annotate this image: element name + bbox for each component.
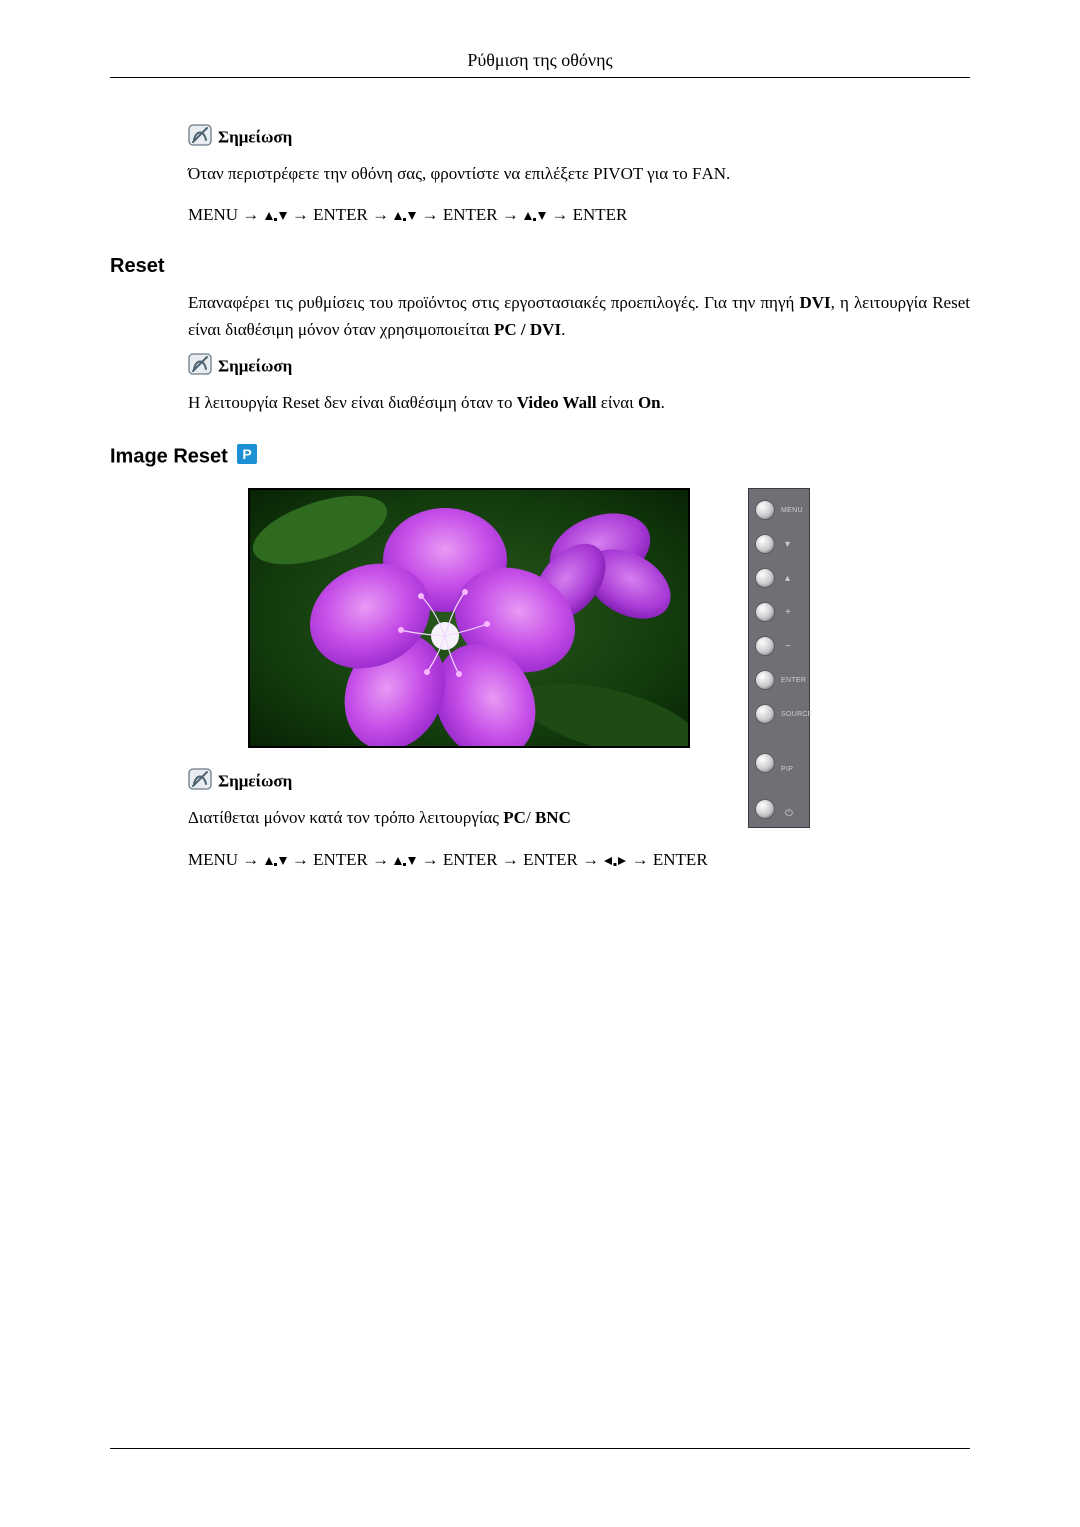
nav-text: MENU → [188,850,264,869]
reset-text-b: DVI [799,293,830,312]
image-reset-block: MENU ▾ ▴ + − ENTER SOURCE PIP ⏻ Σημείωση Διατίθε… [188,488,970,871]
nav-text: → ENTER → ENTER → [422,850,604,869]
image-reset-heading: Image Reset P [110,444,970,470]
note-label: Σημείωση [218,128,292,147]
ir-note-c: / [526,808,535,827]
minus-button-row: − [749,629,809,663]
reset-note-text: Η λειτουργία Reset δεν είναι διαθέσιμη ό… [188,390,970,416]
note-icon [188,124,212,151]
reset-note-d: On [638,393,661,412]
ir-note-b: PC [503,808,526,827]
image-reset-note: Διατίθεται μόνον κατά τον τρόπο λειτουργ… [188,805,970,831]
reset-note-c: είναι [597,393,638,412]
power-button-glyph: ⏻ [785,808,793,819]
up-button-glyph: ▴ [785,573,790,584]
source-button-label: SOURCE [781,711,813,718]
up-down-icon [264,852,288,872]
note-row: Σημείωση [188,353,970,380]
source-button-row: SOURCE [749,697,809,731]
image-reset-heading-text: Image Reset [110,446,228,468]
nav-text: MENU → [188,205,264,224]
up-button[interactable] [755,568,775,588]
menu-button-label: MENU [781,507,803,514]
reset-text-a: Επαναφέρει τις ρυθμίσεις του προϊόντος σ… [188,293,799,312]
down-button[interactable] [755,534,775,554]
down-button-glyph: ▾ [785,539,790,550]
nav-text: → ENTER → [292,205,394,224]
source-button[interactable] [755,704,775,724]
minus-button-glyph: − [785,641,791,652]
flower-image [248,488,690,748]
reset-note-a: Η λειτουργία Reset δεν είναι διαθέσιμη ό… [188,393,517,412]
left-right-icon [603,852,627,872]
reset-text-e: . [561,320,565,339]
reset-text: Επαναφέρει τις ρυθμίσεις του προϊόντος σ… [188,290,970,343]
note-label: Σημείωση [218,357,292,376]
note-row: Σημείωση [188,124,970,151]
note-icon [188,353,212,380]
up-down-icon [393,207,417,227]
note-row: Σημείωση [188,768,970,795]
note-label: Σημείωση [218,772,292,791]
svg-text:P: P [243,446,252,462]
menu-button[interactable] [755,500,775,520]
reset-text-d: PC / DVI [494,320,561,339]
nav-text: → ENTER → [292,850,394,869]
up-down-icon [264,207,288,227]
footer-rule [110,1448,970,1449]
nav-text: → ENTER [632,850,708,869]
enter-button-label: ENTER [781,677,806,684]
minus-button[interactable] [755,636,775,656]
up-button-row: ▴ [749,561,809,595]
ir-note-d: BNC [535,808,571,827]
menu-button-row: MENU [749,493,809,527]
reset-note-b: Video Wall [517,393,597,412]
ir-note-a: Διατίθεται μόνον κατά τον τρόπο λειτουργ… [188,808,503,827]
pip-button[interactable] [755,753,775,773]
block-pivot: Σημείωση Όταν περιστρέφετε την οθόνη σας… [188,124,970,227]
reset-note-e: . [661,393,665,412]
nav-text: → ENTER → [422,205,524,224]
enter-button-row: ENTER [749,663,809,697]
pip-button-label: PIP [781,766,793,773]
pivot-text: Όταν περιστρέφετε την οθόνη σας, φροντίσ… [188,161,970,187]
reset-block: Επαναφέρει τις ρυθμίσεις του προϊόντος σ… [188,290,970,416]
page-header-title: Ρύθμιση της οθόνης [110,50,970,71]
down-button-row: ▾ [749,527,809,561]
up-down-icon [393,852,417,872]
plus-button-row: + [749,595,809,629]
reset-heading: Reset [110,255,970,278]
header-rule [110,77,970,78]
power-button[interactable] [755,799,775,819]
note-icon [188,768,212,795]
enter-button[interactable] [755,670,775,690]
pip-button-row: PIP [749,731,809,777]
up-down-icon [523,207,547,227]
image-reset-figure: MENU▾▴+−ENTERSOURCEPIP⏻ [248,488,808,748]
power-button-row: ⏻ [749,777,809,823]
monitor-control-panel: MENU ▾ ▴ + − ENTER SOURCE PIP ⏻ [748,488,810,828]
image-reset-nav-sequence: MENU → → ENTER → → ENTER → ENTER → → ENT… [188,850,970,872]
pivot-nav-sequence: MENU → → ENTER → → ENTER → → ENTER [188,205,970,227]
plus-button[interactable] [755,602,775,622]
page: Ρύθμιση της οθόνης Σημείωση Όταν περιστρ… [0,0,1080,1527]
p-badge-icon: P [237,444,257,470]
nav-text: → ENTER [551,205,627,224]
plus-button-glyph: + [785,607,791,618]
